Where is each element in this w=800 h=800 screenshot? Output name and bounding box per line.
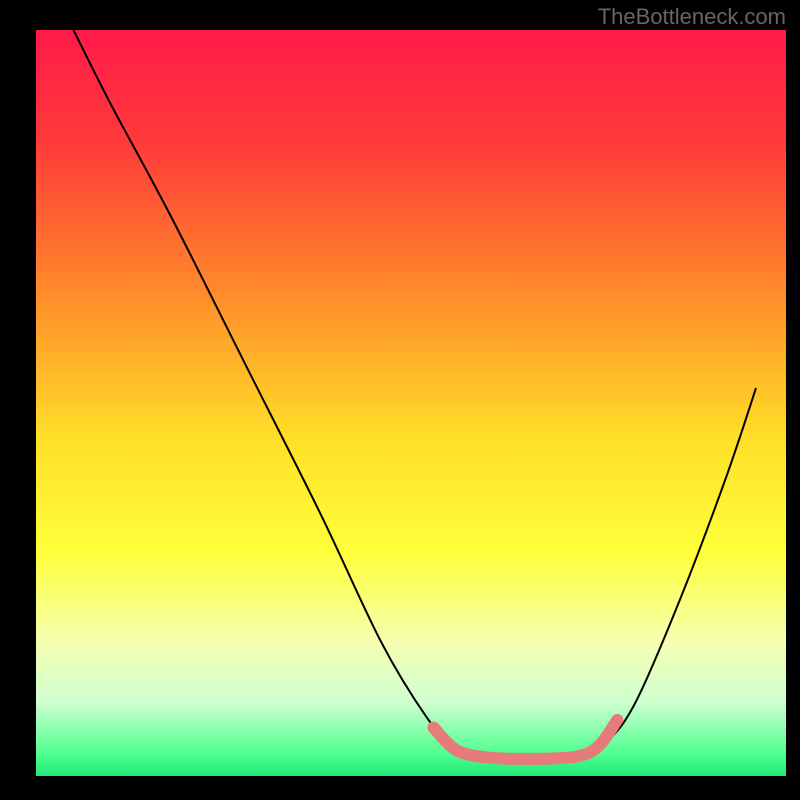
watermark-text: TheBottleneck.com <box>598 4 786 30</box>
bottleneck-chart <box>0 0 800 800</box>
plot-background <box>36 30 786 776</box>
